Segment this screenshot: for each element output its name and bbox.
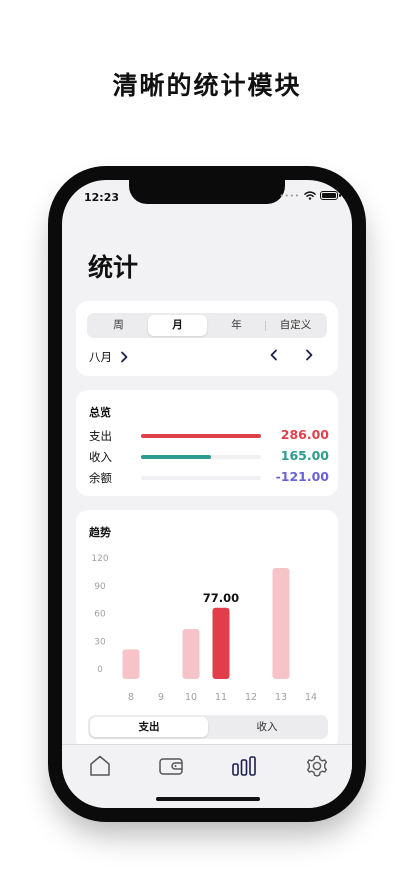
tab-expense[interactable]: 支出 [90,717,208,737]
tab-income-label: 收入 [256,721,278,733]
bar-10 [182,629,200,679]
tab-month-label: 月 [172,319,183,331]
balance-value: -121.00 [275,469,329,484]
income-bar-track [141,455,261,459]
income-value: 165.00 [280,448,329,463]
trend-card: 趋势 0 30 60 90 120 8 9 10 77.00 11 12 13 14 支出 收入 [76,510,338,750]
x-tick-label: 9 [158,692,164,703]
summary-row-income: 收入 165.00 [89,448,329,465]
signal-icon: •••• [279,191,300,200]
tab-year[interactable]: 年 [207,315,266,336]
settings-icon[interactable] [303,753,331,779]
bar-13 [272,568,290,679]
summary-title: 总览 [89,406,111,419]
y-tick-label: 90 [94,582,106,592]
tab-custom-label: 自定义 [279,319,312,331]
tab-custom[interactable]: 自定义 [266,315,325,336]
phone-screen: 12:23 •••• 统计 周 月 年 自定义 八月 总览 支出 286.00 [62,180,352,808]
summary-card: 总览 支出 286.00 收入 165.00 余额 -121.00 [76,390,338,496]
wifi-icon [304,191,316,200]
balance-bar-track [141,476,261,480]
tab-week[interactable]: 周 [89,315,148,336]
summary-row-expense: 支出 286.00 [89,427,329,444]
bar-8 [122,649,140,679]
y-tick-label: 120 [91,554,108,564]
battery-icon [320,191,341,200]
x-tick-label: 14 [305,692,317,703]
home-indicator[interactable] [156,797,260,801]
income-bar [141,455,211,459]
wallet-icon[interactable] [157,753,185,779]
chevron-right-icon [121,351,128,363]
type-segmented-control: 支出 收入 [88,715,328,739]
status-icons: •••• [279,191,341,200]
expense-bar-track [141,434,261,438]
tab-week-label: 周 [113,319,124,331]
x-tick-label: 8 [128,692,134,703]
expense-value: 286.00 [280,427,329,442]
y-tick-label: 60 [94,610,106,620]
y-tick-label: 30 [94,637,106,647]
x-tick-label: 10 [185,692,197,703]
trend-chart-svg: 0 30 60 90 120 8 9 10 77.00 11 12 13 14 [91,554,317,703]
page-title: 统计 [88,253,139,282]
previous-month-button[interactable] [270,349,278,361]
notch [129,180,285,204]
income-label: 收入 [89,450,112,464]
month-label: 八月 [89,350,112,364]
status-time: 12:23 [84,191,120,204]
y-tick-label: 0 [97,665,103,675]
trend-chart: 0 30 60 90 120 8 9 10 77.00 11 12 13 14 [76,510,338,710]
period-card: 周 月 年 自定义 八月 [76,301,338,376]
x-tick-label: 13 [275,692,287,703]
bar-data-label: 77.00 [203,591,239,605]
month-selector[interactable]: 八月 [89,349,128,365]
tab-month[interactable]: 月 [148,315,207,336]
headline: 清晰的统计模块 [112,71,302,100]
bar-11 [212,607,230,679]
expense-label: 支出 [89,429,112,443]
balance-label: 余额 [89,471,112,485]
summary-row-balance: 余额 -121.00 [89,469,329,486]
expense-bar [141,434,261,438]
home-icon[interactable] [86,753,114,779]
x-tick-label: 11 [215,692,227,703]
x-tick-label: 12 [245,692,257,703]
tab-expense-label: 支出 [138,721,160,733]
tab-income[interactable]: 收入 [208,717,326,737]
stats-icon[interactable] [230,753,258,779]
period-segmented-control: 周 月 年 自定义 [87,313,327,338]
next-month-button[interactable] [305,349,313,361]
tab-year-label: 年 [231,319,242,331]
